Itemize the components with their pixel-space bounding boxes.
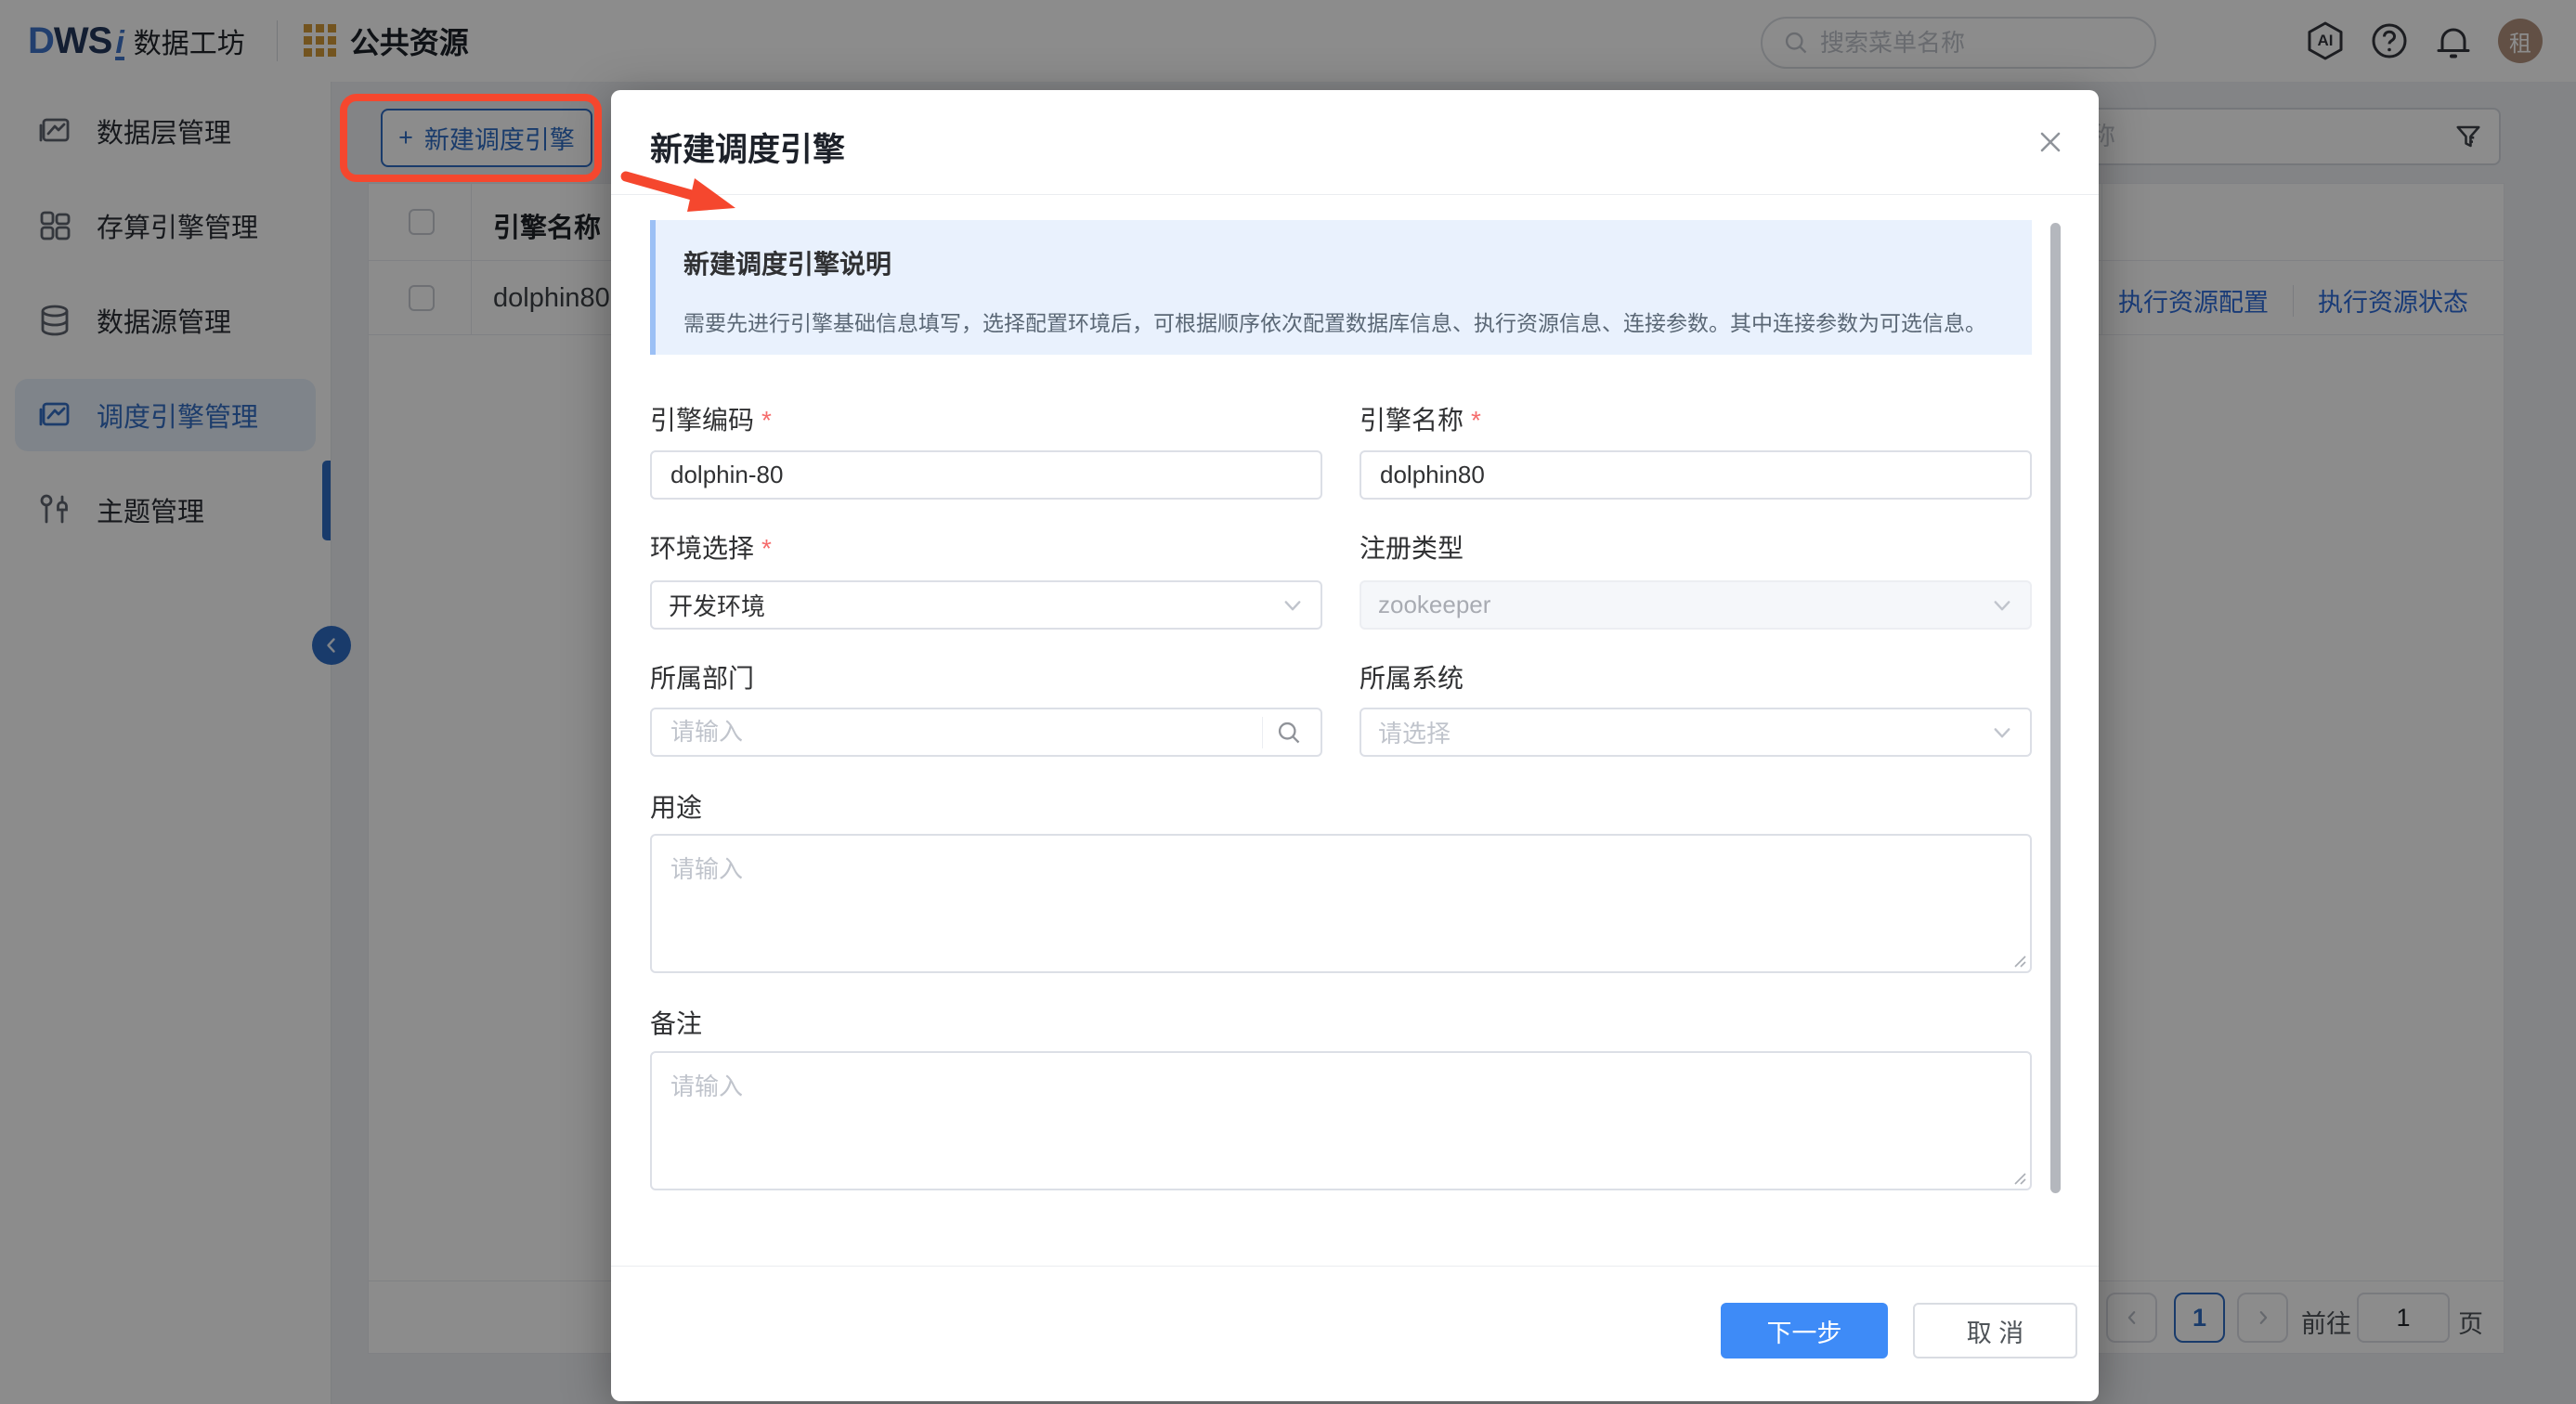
engine-name-label: 引擎名称* [1360, 400, 1481, 437]
remark-field[interactable] [650, 1051, 2032, 1190]
engine-name-field[interactable] [1360, 450, 2032, 500]
modal-header-divider [611, 194, 2099, 195]
required-mark: * [761, 534, 772, 563]
department-field[interactable] [650, 708, 1322, 757]
department-label: 所属部门 [650, 658, 754, 696]
modal-scrollbar[interactable] [2050, 223, 2061, 1193]
annotation-arrow-icon [613, 165, 752, 230]
chevron-down-icon [1991, 722, 2013, 744]
required-mark: * [761, 406, 772, 435]
close-icon[interactable] [2036, 127, 2065, 157]
env-select[interactable]: 开发环境 [650, 580, 1322, 630]
annotation-highlight-box [340, 94, 602, 182]
engine-code-label: 引擎编码* [650, 400, 772, 437]
modal-title: 新建调度引擎 [650, 124, 845, 171]
screen: D WS i 数据工坊 公共资源 AI [0, 0, 2576, 1404]
system-label: 所属系统 [1360, 658, 1464, 696]
resize-grip-icon[interactable] [2011, 953, 2026, 968]
register-type-select: zookeeper [1360, 580, 2032, 630]
system-select[interactable]: 请选择 [1360, 708, 2032, 757]
new-engine-modal: 新建调度引擎 新建调度引擎说明 需要先进行引擎基础信息填写，选择配置环境后，可根… [611, 90, 2099, 1401]
chevron-down-icon [1991, 594, 2013, 617]
modal-footer-divider [611, 1266, 2099, 1267]
department-input[interactable] [670, 718, 1249, 747]
usage-textarea[interactable] [652, 836, 2030, 971]
usage-label: 用途 [650, 787, 702, 825]
resize-grip-icon[interactable] [2011, 1170, 2026, 1185]
cancel-button[interactable]: 取 消 [1913, 1303, 2077, 1358]
engine-code-input[interactable] [670, 461, 1302, 489]
register-type-label: 注册类型 [1360, 528, 1464, 566]
input-divider [1262, 717, 1263, 748]
usage-field[interactable] [650, 834, 2032, 973]
notice-banner: 新建调度引擎说明 需要先进行引擎基础信息填写，选择配置环境后，可根据顺序依次配置… [650, 220, 2032, 355]
notice-title: 新建调度引擎说明 [683, 244, 2004, 281]
chevron-down-icon [1281, 594, 1304, 617]
search-icon[interactable] [1276, 720, 1302, 746]
engine-code-field[interactable] [650, 450, 1322, 500]
required-mark: * [1471, 406, 1481, 435]
notice-body: 需要先进行引擎基础信息填写，选择配置环境后，可根据顺序依次配置数据库信息、执行资… [683, 306, 2004, 337]
remark-label: 备注 [650, 1004, 702, 1041]
engine-name-input[interactable] [1380, 461, 2011, 489]
remark-textarea[interactable] [652, 1053, 2030, 1189]
next-step-button[interactable]: 下一步 [1721, 1303, 1888, 1358]
env-label: 环境选择* [650, 528, 772, 566]
